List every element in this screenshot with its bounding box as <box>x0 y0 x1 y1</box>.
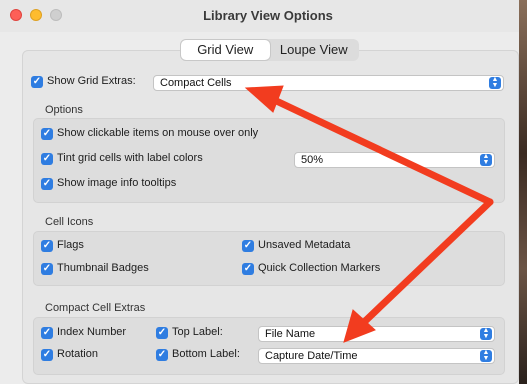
show-grid-extras-label: Show Grid Extras: <box>47 75 136 87</box>
window-title: Library View Options <box>203 8 333 23</box>
rotation-label: Rotation <box>57 348 98 360</box>
rotation-checkbox[interactable]: ✓ <box>41 349 53 361</box>
top-label-value: File Name <box>265 328 316 340</box>
tint-amount-select[interactable]: 50% ▲ ▼ <box>294 152 495 168</box>
clickable-items-label: Show clickable items on mouse over only <box>57 127 259 139</box>
quick-collection-markers-label: Quick Collection Markers <box>258 262 381 274</box>
tint-amount-value: 50% <box>301 154 324 166</box>
show-grid-extras-checkbox[interactable]: ✓ <box>31 76 43 88</box>
quick-collection-markers-checkbox[interactable]: ✓ <box>242 263 254 275</box>
view-tab-bar: Grid View Loupe View <box>180 39 359 61</box>
bottom-label-select[interactable]: Capture Date/Time ▲ ▼ <box>258 348 495 364</box>
unsaved-metadata-checkbox[interactable]: ✓ <box>242 240 254 252</box>
grid-extras-select[interactable]: Compact Cells ▲ ▼ <box>153 75 504 91</box>
options-section-title: Options <box>45 104 83 116</box>
cell-icons-section-title: Cell Icons <box>45 216 94 228</box>
tab-grid-view[interactable]: Grid View <box>181 40 270 60</box>
title-bar: Library View Options <box>0 0 519 32</box>
bottom-label-checkbox[interactable]: ✓ <box>156 349 168 361</box>
bottom-label-value: Capture Date/Time <box>265 350 358 362</box>
image-info-tooltips-label: Show image info tooltips <box>57 177 177 189</box>
tint-grid-cells-label: Tint grid cells with label colors <box>57 152 203 164</box>
flags-label: Flags <box>57 239 84 251</box>
thumbnail-badges-label: Thumbnail Badges <box>57 262 149 274</box>
top-label-select[interactable]: File Name ▲ ▼ <box>258 326 495 342</box>
compact-cell-extras-section-title: Compact Cell Extras <box>45 302 146 314</box>
bottom-label-label: Bottom Label: <box>172 348 240 360</box>
tab-loupe-view[interactable]: Loupe View <box>270 40 359 60</box>
top-label-label: Top Label: <box>172 326 223 338</box>
chevron-updown-icon: ▲ ▼ <box>480 349 492 362</box>
tint-grid-cells-checkbox[interactable]: ✓ <box>41 153 53 165</box>
unsaved-metadata-label: Unsaved Metadata <box>258 239 351 251</box>
thumbnail-badges-checkbox[interactable]: ✓ <box>41 263 53 275</box>
chevron-updown-icon: ▲ ▼ <box>480 153 492 166</box>
index-number-label: Index Number <box>57 326 127 338</box>
flags-checkbox[interactable]: ✓ <box>41 240 53 252</box>
index-number-checkbox[interactable]: ✓ <box>41 327 53 339</box>
background-window-edge <box>519 0 527 384</box>
image-info-tooltips-checkbox[interactable]: ✓ <box>41 178 53 190</box>
chevron-updown-icon: ▲ ▼ <box>489 76 501 89</box>
chevron-updown-icon: ▲ ▼ <box>480 327 492 340</box>
clickable-items-checkbox[interactable]: ✓ <box>41 128 53 140</box>
top-label-checkbox[interactable]: ✓ <box>156 327 168 339</box>
grid-extras-value: Compact Cells <box>160 77 232 89</box>
